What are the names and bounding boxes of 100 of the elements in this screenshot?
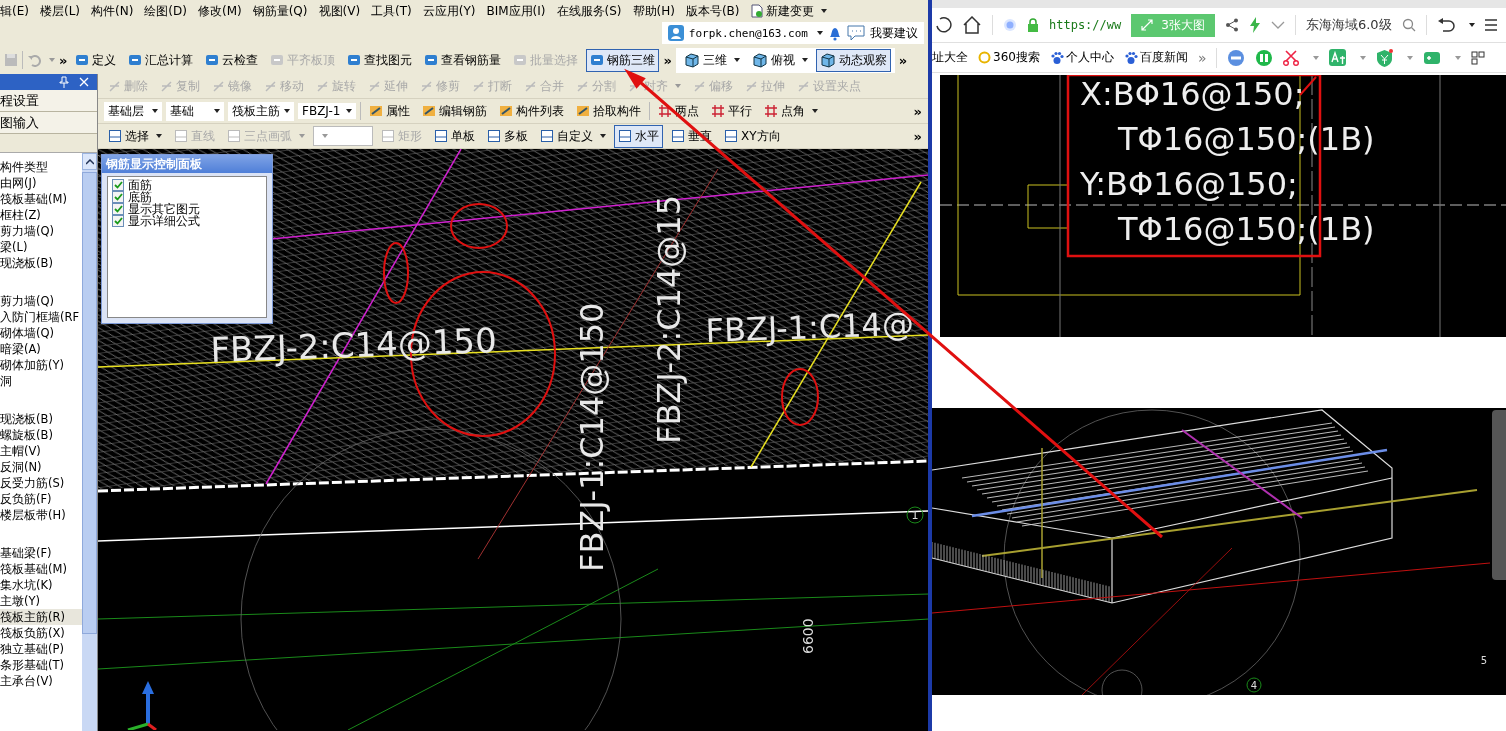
- tree-item[interactable]: 筏板基础(M): [0, 191, 82, 207]
- search-icon[interactable]: [1401, 18, 1416, 32]
- refresh-icon[interactable]: [936, 16, 952, 34]
- scissors-icon[interactable]: [1283, 49, 1300, 66]
- book-icon[interactable]: [1255, 48, 1274, 67]
- toolbar-button[interactable]: 三维: [679, 48, 744, 72]
- menu-item[interactable]: 绘图(D): [144, 2, 187, 20]
- toolbar-button[interactable]: 编辑钢筋: [418, 99, 491, 123]
- toolbar-button[interactable]: 钢筋三维: [586, 48, 660, 72]
- menu-item[interactable]: 帮助(H): [632, 2, 675, 20]
- tree-item[interactable]: 剪力墙(Q): [0, 223, 82, 239]
- overflow-chevron[interactable]: »: [913, 128, 922, 144]
- bookmark-link[interactable]: 360搜索: [978, 49, 1040, 66]
- dropdown-field[interactable]: 筏板主筋: [228, 101, 294, 121]
- menu-item[interactable]: 视图(V): [318, 2, 361, 20]
- toolbar-button[interactable]: 单板: [430, 124, 479, 148]
- tree-item[interactable]: 筏板主筋(R): [0, 609, 82, 625]
- toolbar-button[interactable]: 构件列表: [495, 99, 568, 123]
- bell-icon[interactable]: [828, 25, 842, 41]
- tree-item[interactable]: 反受力筋(S): [0, 475, 82, 491]
- tree-item[interactable]: 由网(J): [0, 175, 82, 191]
- home-icon[interactable]: [962, 16, 982, 34]
- grid-icon[interactable]: [1471, 50, 1486, 65]
- toolbar-button[interactable]: 点角: [760, 99, 822, 123]
- toolbar-button[interactable]: 属性: [365, 99, 414, 123]
- tree-item[interactable]: 主承台(V): [0, 673, 82, 689]
- menu-item[interactable]: 辑(E): [0, 2, 29, 20]
- overflow-chevron[interactable]: »: [1197, 49, 1207, 66]
- menu-item[interactable]: 钢筋量(Q): [252, 2, 308, 20]
- tree-item[interactable]: 反洞(N): [0, 459, 82, 475]
- close-icon[interactable]: [79, 77, 89, 87]
- toolbar-button[interactable]: 俯视: [747, 48, 812, 72]
- tree-item[interactable]: 砌体加筋(Y): [0, 357, 82, 373]
- tree-item[interactable]: 框柱(Z): [0, 207, 82, 223]
- tree-item[interactable]: 基础梁(F): [0, 545, 82, 561]
- toolbar-button[interactable]: 动态观察: [815, 48, 891, 72]
- dropdown-field[interactable]: FBZJ-1: [298, 103, 356, 119]
- pin-icon[interactable]: [59, 76, 69, 88]
- search-field[interactable]: 东海海域6.0级: [1305, 16, 1392, 34]
- menu-item[interactable]: BIM应用(I): [486, 2, 546, 20]
- toolbar-button[interactable]: 查找图元: [343, 48, 417, 72]
- toolbar-button[interactable]: 选择: [104, 124, 166, 148]
- checkbox[interactable]: [112, 215, 124, 227]
- menu-item[interactable]: 楼层(L): [39, 2, 80, 20]
- checkbox[interactable]: [112, 179, 124, 191]
- toolbar-button[interactable]: 定义: [71, 48, 121, 72]
- overflow-chevron[interactable]: »: [913, 103, 922, 119]
- undo-icon[interactable]: [1436, 17, 1455, 33]
- tree-item[interactable]: 入防门框墙(RF: [0, 309, 82, 325]
- bookmark-link[interactable]: 百度新闻: [1123, 49, 1188, 66]
- panel-section[interactable]: 图输入: [0, 112, 97, 134]
- toolbar-button[interactable]: 拾取构件: [572, 99, 645, 123]
- menu-item[interactable]: 修改(M): [197, 2, 242, 20]
- toolbar-button[interactable]: 多板: [483, 124, 532, 148]
- tree-item[interactable]: 现浇板(B): [0, 255, 82, 271]
- toolbar-button[interactable]: 查看钢筋量: [420, 48, 506, 72]
- menu-item[interactable]: 构件(N): [91, 2, 134, 20]
- dropdown-field[interactable]: 基础: [166, 101, 224, 121]
- tree-item[interactable]: 楼层板带(H): [0, 507, 82, 523]
- bookmark-link[interactable]: 个人中心: [1049, 49, 1114, 66]
- tree-item[interactable]: 筏板基础(M): [0, 561, 82, 577]
- overflow-chevron[interactable]: »: [59, 52, 68, 68]
- suggest-link[interactable]: 我要建议: [870, 24, 918, 42]
- checkbox[interactable]: [112, 203, 124, 215]
- shield-icon[interactable]: [1376, 48, 1394, 67]
- tree-item[interactable]: 现浇板(B): [0, 411, 82, 427]
- toolbar-button[interactable]: 汇总计算: [124, 48, 198, 72]
- overflow-chevron[interactable]: »: [663, 52, 672, 68]
- lightning-icon[interactable]: [1248, 17, 1261, 33]
- menu-icon[interactable]: [1484, 18, 1497, 32]
- menu-item[interactable]: 云应用(Y): [422, 2, 476, 20]
- overflow-chevron[interactable]: »: [898, 52, 908, 68]
- dropdown-field[interactable]: [313, 126, 373, 146]
- tree-item[interactable]: 洞: [0, 373, 82, 389]
- tree-item[interactable]: 反负筋(F): [0, 491, 82, 507]
- tree-item[interactable]: 梁(L): [0, 239, 82, 255]
- toolbar-button[interactable]: 自定义: [536, 124, 610, 148]
- address-field[interactable]: https://ww: [1049, 18, 1122, 32]
- gamepad-icon[interactable]: [1423, 49, 1442, 66]
- menu-item[interactable]: 版本号(B): [685, 2, 740, 20]
- panel-section[interactable]: 程设置: [0, 90, 97, 112]
- toolbar-button[interactable]: 水平: [614, 124, 663, 148]
- dropdown-field[interactable]: 基础层: [104, 101, 162, 121]
- share-icon[interactable]: [1224, 18, 1239, 32]
- tree-item[interactable]: 主墩(Y): [0, 593, 82, 609]
- checkbox[interactable]: [112, 191, 124, 203]
- minus-circle-icon[interactable]: [1227, 48, 1246, 67]
- translate-icon[interactable]: [1329, 49, 1347, 66]
- new-change-menu[interactable]: 新建变更: [750, 2, 827, 20]
- menu-item[interactable]: 在线服务(S): [556, 2, 622, 20]
- tree-item[interactable]: 独立基础(P): [0, 641, 82, 657]
- tree-item[interactable]: 条形基础(T): [0, 657, 82, 673]
- tree-item[interactable]: 螺旋板(B): [0, 427, 82, 443]
- toolbar-button[interactable]: 平行: [707, 99, 756, 123]
- bookmark-link[interactable]: 址大全: [932, 49, 968, 66]
- toolbar-button[interactable]: 云检查: [201, 48, 263, 72]
- scrollbar[interactable]: [82, 153, 97, 731]
- tree-item[interactable]: 砌体墙(Q): [0, 325, 82, 341]
- tree-item[interactable]: 剪力墙(Q): [0, 293, 82, 309]
- tree-item[interactable]: 主帽(V): [0, 443, 82, 459]
